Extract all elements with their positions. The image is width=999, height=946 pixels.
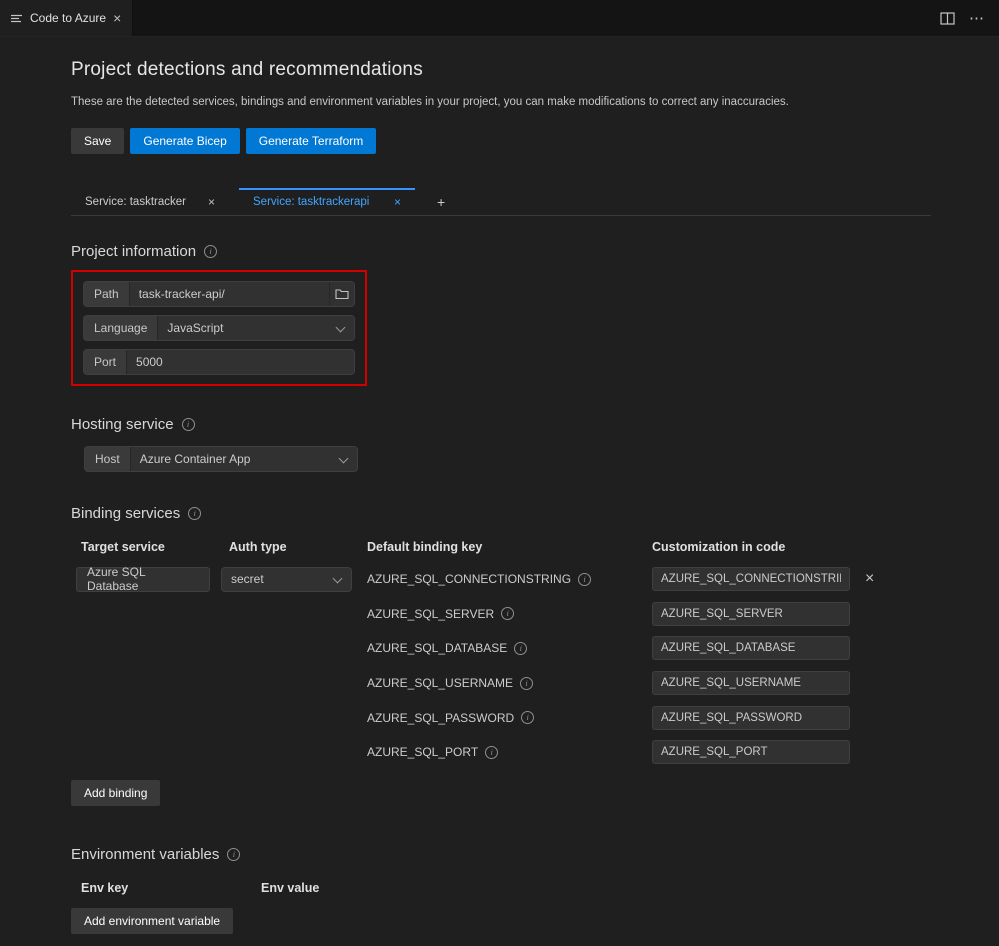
tab-service-tasktrackerapi-label: Service: tasktrackerapi <box>253 195 370 208</box>
customization-input[interactable] <box>652 705 850 730</box>
editor-tab-title: Code to Azure <box>30 11 107 25</box>
chevron-down-icon <box>333 575 342 584</box>
tab-service-tasktrackerapi-close-icon[interactable]: × <box>394 196 401 208</box>
environment-variables-heading: Environment variables i <box>71 846 959 863</box>
customization-column: × <box>652 562 959 770</box>
remove-binding-icon[interactable]: × <box>865 571 874 587</box>
binding-key: AZURE_SQL_USERNAME i <box>367 676 534 690</box>
topbar-actions: ⋯ <box>940 0 999 36</box>
language-label: Language <box>84 316 159 340</box>
binding-key-info-icon[interactable]: i <box>521 711 535 725</box>
page-subtitle: These are the detected services, binding… <box>71 96 789 108</box>
auth-type-column: secret <box>221 562 367 770</box>
language-field-group: Language JavaScript <box>83 315 355 341</box>
add-binding-button[interactable]: Add binding <box>71 779 161 806</box>
split-editor-icon[interactable] <box>940 11 955 25</box>
action-toolbar: Save Generate Bicep Generate Terraform <box>71 128 959 154</box>
editor-tab-close-icon[interactable]: × <box>113 11 121 25</box>
page-title: Project detections and recommendations <box>71 59 423 80</box>
hosting-service-title: Hosting service <box>71 416 174 433</box>
target-service-field[interactable]: Azure SQL Database <box>76 565 210 593</box>
env-table-header: Env key Env value <box>71 881 959 895</box>
code-to-azure-icon <box>10 12 23 25</box>
editor-tab-code-to-azure[interactable]: Code to Azure × <box>0 0 133 36</box>
path-field-group: Path <box>83 281 355 307</box>
binding-key-info-icon[interactable]: i <box>578 572 592 586</box>
environment-variables-info-icon[interactable]: i <box>227 847 241 861</box>
more-actions-icon[interactable]: ⋯ <box>969 9 985 27</box>
app-window: Code to Azure × ⋯ Project detections and… <box>0 0 999 946</box>
project-information-heading: Project information i <box>71 243 959 260</box>
port-input[interactable] <box>127 350 354 374</box>
binding-table-header: Target service Auth type Default binding… <box>71 540 959 554</box>
customization-input[interactable] <box>652 601 850 626</box>
environment-variables-title: Environment variables <box>71 845 220 863</box>
customization-input[interactable] <box>652 671 850 696</box>
binding-key: AZURE_SQL_SERVER i <box>367 607 515 621</box>
add-environment-variable-button[interactable]: Add environment variable <box>71 907 234 934</box>
col-target-service: Target service <box>81 540 165 554</box>
auth-type-dropdown[interactable]: secret <box>222 568 333 591</box>
project-information-title: Project information <box>71 243 197 260</box>
language-dropdown[interactable]: JavaScript <box>158 316 336 340</box>
host-field-group: Host Azure Container App <box>84 446 358 472</box>
binding-key-info-icon[interactable]: i <box>485 745 499 759</box>
customization-input[interactable] <box>652 567 850 592</box>
tab-service-tasktracker-label: Service: tasktracker <box>85 195 186 208</box>
port-field-group: Port <box>83 349 355 375</box>
hosting-service-info-icon[interactable]: i <box>181 418 195 431</box>
binding-key: AZURE_SQL_PASSWORD i <box>367 711 535 725</box>
tab-service-tasktracker[interactable]: Service: tasktracker × <box>71 188 229 215</box>
binding-services-info-icon[interactable]: i <box>188 507 202 520</box>
service-tab-strip: Service: tasktracker × Service: tasktrac… <box>71 188 931 216</box>
path-label: Path <box>84 282 130 306</box>
target-service-column: Azure SQL Database <box>71 562 221 770</box>
binding-services-title: Binding services <box>71 505 181 522</box>
generate-terraform-button[interactable]: Generate Terraform <box>245 128 377 154</box>
project-information-info-icon[interactable]: i <box>204 245 218 258</box>
highlight-box: Path Language JavaScript Port <box>71 270 367 386</box>
chevron-down-icon <box>336 324 345 333</box>
binding-key: AZURE_SQL_PORT i <box>367 745 499 759</box>
col-customization-in-code: Customization in code <box>652 540 786 554</box>
editor-tab-bar: Code to Azure × ⋯ <box>0 0 999 37</box>
save-button[interactable]: Save <box>71 128 125 154</box>
port-label: Port <box>84 350 128 374</box>
binding-services-heading: Binding services i <box>71 505 959 522</box>
browse-folder-button[interactable] <box>329 282 354 306</box>
binding-key: AZURE_SQL_DATABASE i <box>367 641 528 655</box>
main-content: Project detections and recommendations T… <box>0 37 999 946</box>
binding-key-info-icon[interactable]: i <box>520 676 534 690</box>
hosting-service-heading: Hosting service i <box>71 416 959 433</box>
col-default-binding-key: Default binding key <box>367 540 483 554</box>
binding-key-info-icon[interactable]: i <box>514 641 528 655</box>
customization-input[interactable] <box>652 740 850 765</box>
col-env-value: Env value <box>261 880 320 895</box>
col-env-key: Env key <box>81 880 129 895</box>
chevron-down-icon <box>339 455 348 464</box>
binding-key: AZURE_SQL_CONNECTIONSTRING i <box>367 572 592 586</box>
add-service-tab-button[interactable]: + <box>425 188 457 215</box>
default-binding-key-column: AZURE_SQL_CONNECTIONSTRING i AZURE_SQL_SE… <box>367 562 652 770</box>
generate-bicep-button[interactable]: Generate Bicep <box>130 128 240 154</box>
customization-input[interactable] <box>652 636 850 661</box>
tab-service-tasktrackerapi[interactable]: Service: tasktrackerapi × <box>239 188 415 215</box>
path-input[interactable] <box>129 282 329 306</box>
host-dropdown[interactable]: Azure Container App <box>131 447 339 471</box>
col-auth-type: Auth type <box>229 540 287 554</box>
tab-service-tasktracker-close-icon[interactable]: × <box>208 196 215 208</box>
auth-type-field-group: secret <box>221 566 352 592</box>
binding-row: Azure SQL Database secret AZURE_SQL_CONN… <box>71 562 959 770</box>
host-label: Host <box>85 447 131 471</box>
binding-key-info-icon[interactable]: i <box>501 607 515 621</box>
